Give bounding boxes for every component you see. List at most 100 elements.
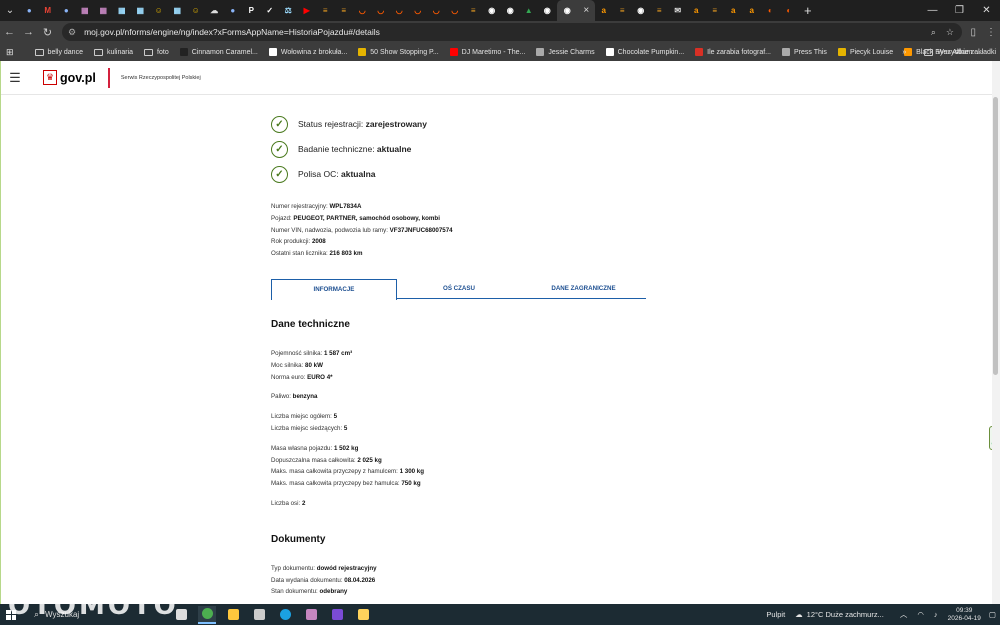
browser-tab[interactable]: a: [595, 0, 614, 21]
browser-tab[interactable]: ✉: [669, 0, 688, 21]
browser-tab[interactable]: ▦: [131, 0, 150, 21]
globe-icon: ●: [26, 6, 32, 15]
taskbar-app[interactable]: [276, 606, 294, 624]
reload-icon[interactable]: ↻: [38, 21, 57, 43]
close-tab-icon[interactable]: ×: [583, 5, 589, 16]
browser-tab[interactable]: ▦: [94, 0, 113, 21]
url-text[interactable]: moj.gov.pl/nforms/engine/ng/index?xForms…: [84, 27, 380, 37]
bookmark-item[interactable]: kulinaria: [93, 48, 133, 56]
site-info-icon[interactable]: ⚙: [68, 27, 76, 38]
browser-tab[interactable]: ≡: [316, 0, 335, 21]
browser-tab[interactable]: ▶: [298, 0, 317, 21]
apps-grid-icon[interactable]: ⊞: [6, 47, 14, 58]
browser-tab[interactable]: ⚖: [279, 0, 298, 21]
hamburger-menu-icon[interactable]: ☰: [1, 61, 29, 95]
browser-tab[interactable]: ☺: [150, 0, 169, 21]
weather-text[interactable]: 12°C Duże zachmurz...: [807, 610, 884, 619]
back-icon[interactable]: ←: [0, 21, 19, 43]
browser-tab[interactable]: ☁: [205, 0, 224, 21]
browser-tab[interactable]: P: [242, 0, 261, 21]
browser-tab[interactable]: ●: [57, 0, 76, 21]
start-button[interactable]: [0, 604, 22, 625]
browser-tab[interactable]: ◉: [538, 0, 557, 21]
taskbar-app[interactable]: [198, 605, 216, 624]
status-value: aktualne: [376, 144, 412, 154]
bookmark-label: Ile zarabia fotograf...: [707, 48, 771, 56]
browser-tab[interactable]: ●: [20, 0, 39, 21]
extensions-icon[interactable]: ▯: [970, 27, 976, 38]
browser-tab[interactable]: ≡: [706, 0, 725, 21]
browser-tab[interactable]: a: [743, 0, 762, 21]
bookmark-item[interactable]: 50 Show Stopping P...: [358, 48, 439, 56]
maximize-icon[interactable]: ❐: [946, 0, 973, 21]
taskbar-app[interactable]: [250, 606, 268, 624]
bookmark-item[interactable]: foto: [144, 48, 169, 56]
browser-tab-active[interactable]: ◉ ×: [556, 0, 595, 21]
bookmark-item[interactable]: DJ Maretimo - The...: [449, 48, 525, 56]
browser-tab[interactable]: ◉: [483, 0, 502, 21]
browser-tab[interactable]: ◡: [372, 0, 391, 21]
bookmark-item[interactable]: belly dance: [34, 48, 83, 56]
taskbar-app[interactable]: [328, 606, 346, 624]
browser-tab[interactable]: ▦: [168, 0, 187, 21]
browser-tab[interactable]: ▦: [76, 0, 95, 21]
browser-tab[interactable]: ◡: [409, 0, 428, 21]
zoom-search-icon[interactable]: ⌕: [931, 27, 936, 38]
bookmark-item[interactable]: Ile zarabia fotograf...: [695, 48, 771, 56]
scrollbar-thumb[interactable]: [993, 97, 998, 375]
tab-search-menu[interactable]: ⌄: [0, 0, 20, 21]
bookmark-item[interactable]: Press This: [782, 48, 827, 56]
browser-tab[interactable]: ◡: [390, 0, 409, 21]
bookmark-item[interactable]: Cinnamon Caramel...: [179, 48, 258, 56]
page-scrollbar[interactable]: [992, 61, 1000, 604]
browser-tab[interactable]: ≡: [464, 0, 483, 21]
browser-tab[interactable]: M: [39, 0, 58, 21]
new-tab-button[interactable]: +: [804, 3, 812, 18]
browser-tab[interactable]: a: [687, 0, 706, 21]
browser-tab[interactable]: ◐: [780, 0, 799, 21]
clock[interactable]: 09:39 2026-04-19: [948, 607, 981, 623]
all-bookmarks[interactable]: Wszystkie zakładki: [924, 48, 996, 56]
browser-tab[interactable]: ◐: [761, 0, 780, 21]
browser-tab[interactable]: ≡: [650, 0, 669, 21]
star-icon[interactable]: ☆: [946, 27, 954, 38]
browser-tab[interactable]: ◉: [632, 0, 651, 21]
bookmark-item[interactable]: Chocolate Pumpkin...: [605, 48, 684, 56]
tab-os-czasu[interactable]: OŚ CZASU: [401, 279, 517, 299]
browser-tab[interactable]: ◡: [427, 0, 446, 21]
browser-tab[interactable]: ✓: [261, 0, 280, 21]
govpl-logo[interactable]: ♛ gov.pl: [43, 70, 96, 85]
taskbar-app[interactable]: [224, 606, 242, 624]
browser-tab[interactable]: ☺: [187, 0, 206, 21]
taskbar-app[interactable]: [302, 606, 320, 624]
tab-dane-zagraniczne[interactable]: DANE ZAGRANICZNE: [521, 279, 646, 299]
forward-icon[interactable]: →: [19, 21, 38, 43]
volume-icon[interactable]: ♪: [934, 610, 938, 619]
url-bar[interactable]: ⚙ moj.gov.pl/nforms/engine/ng/index?xFor…: [62, 23, 962, 41]
browser-tab[interactable]: ▲: [520, 0, 539, 21]
close-window-icon[interactable]: ✕: [973, 0, 1000, 21]
bookmarks-overflow-icon[interactable]: »: [902, 49, 906, 56]
tray-chevron-icon[interactable]: ︿: [900, 609, 908, 620]
tab-informacje[interactable]: INFORMACJE: [271, 278, 397, 300]
taskbar-search[interactable]: ⌕ Wyszukaj: [34, 609, 169, 620]
wifi-icon[interactable]: ◠: [917, 610, 924, 619]
desktop-label[interactable]: Pulpit: [766, 610, 785, 619]
bookmark-item[interactable]: Jessie Charms: [536, 48, 595, 56]
bookmark-item[interactable]: Piecyk Louise: [837, 48, 893, 56]
browser-tab[interactable]: ≡: [335, 0, 354, 21]
bookmark-item[interactable]: Wołowina z brokuła...: [268, 48, 347, 56]
browser-tab[interactable]: ◡: [353, 0, 372, 21]
menu-dots-icon[interactable]: ⋮: [986, 27, 996, 38]
browser-tab[interactable]: ●: [224, 0, 243, 21]
notifications-icon[interactable]: ▢: [989, 610, 996, 619]
taskbar-app[interactable]: [354, 606, 372, 624]
browser-tab[interactable]: a: [724, 0, 743, 21]
cloud-icon: ☁: [210, 6, 219, 15]
browser-tab[interactable]: ◉: [501, 0, 520, 21]
taskbar-app[interactable]: [172, 606, 190, 624]
minimize-icon[interactable]: —: [919, 0, 946, 21]
browser-tab[interactable]: ≡: [613, 0, 632, 21]
browser-tab[interactable]: ◡: [446, 0, 465, 21]
browser-tab[interactable]: ▦: [113, 0, 132, 21]
